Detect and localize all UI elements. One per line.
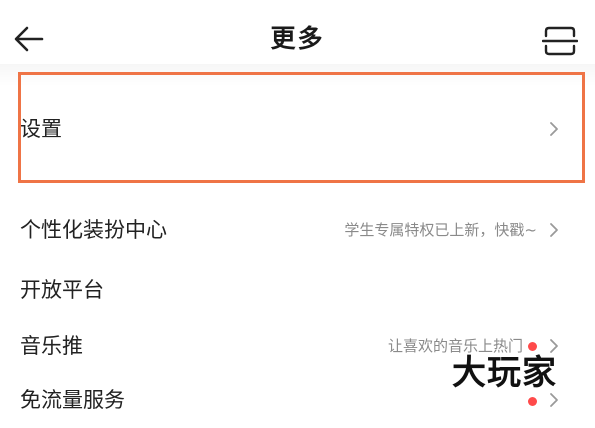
menu-item-label: 个性化装扮中心 — [20, 218, 167, 242]
menu-item-subtitle: 学生专属特权已上新，快戳~ — [344, 221, 537, 239]
menu-item-open-platform[interactable]: 开放平台 — [0, 262, 595, 318]
menu-item-label: 开放平台 — [20, 278, 104, 302]
menu-item-label: 免流量服务 — [20, 388, 125, 412]
scan-icon[interactable] — [542, 24, 578, 58]
highlight-box — [18, 72, 585, 183]
watermark-logo: 大玩家 — [452, 353, 557, 393]
notification-dot — [528, 397, 537, 406]
chevron-right-icon — [550, 223, 558, 237]
menu-item-label: 音乐推 — [20, 334, 83, 358]
page-title: 更多 — [270, 24, 325, 53]
menu-item-personalize-center[interactable]: 个性化装扮中心 学生专属特权已上新，快戳~ — [0, 202, 595, 258]
